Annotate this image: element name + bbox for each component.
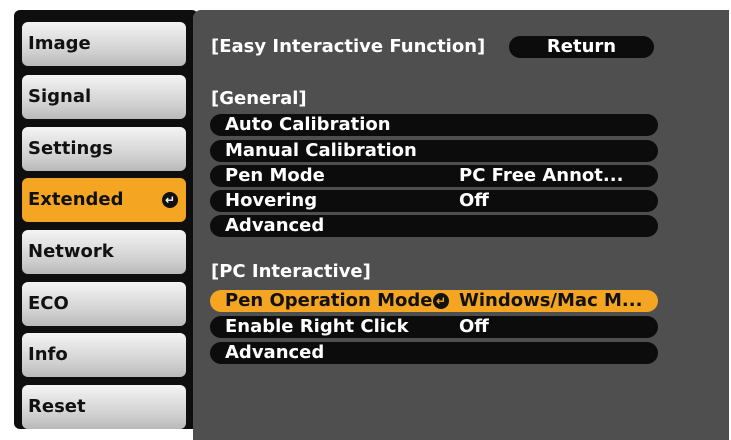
section-header-general: [General] bbox=[211, 88, 307, 109]
sidebar-item-label: Network bbox=[28, 241, 114, 262]
sidebar-item-label: Extended bbox=[28, 189, 124, 210]
row-label: Advanced bbox=[225, 342, 325, 363]
menu-row-pen-operation-mode[interactable]: Pen Operation Mode ↵ Windows/Mac M... bbox=[210, 290, 658, 312]
menu-row-hovering[interactable]: Hovering Off bbox=[210, 190, 658, 212]
sidebar-item-label: Info bbox=[28, 344, 68, 365]
menu-row-manual-calibration[interactable]: Manual Calibration bbox=[210, 140, 658, 162]
sidebar-item-reset[interactable]: Reset bbox=[22, 385, 186, 429]
panel-title: [Easy Interactive Function] bbox=[211, 36, 486, 57]
return-button[interactable]: Return bbox=[509, 36, 654, 58]
menu-row-pen-mode[interactable]: Pen Mode PC Free Annot... bbox=[210, 165, 658, 187]
sidebar-item-settings[interactable]: Settings bbox=[22, 127, 186, 171]
sidebar-item-label: Reset bbox=[28, 396, 86, 417]
menu-row-enable-right-click[interactable]: Enable Right Click Off bbox=[210, 316, 658, 338]
sidebar-item-eco[interactable]: ECO bbox=[22, 282, 186, 326]
sidebar-item-label: Image bbox=[28, 33, 91, 54]
enter-icon: ↵ bbox=[162, 192, 178, 208]
row-label: Advanced bbox=[225, 215, 325, 236]
section-header-pc-interactive: [PC Interactive] bbox=[211, 261, 371, 282]
row-label: Auto Calibration bbox=[225, 114, 391, 135]
row-value: Windows/Mac M... bbox=[459, 290, 643, 311]
sidebar-item-extended[interactable]: Extended ↵ bbox=[22, 178, 186, 222]
sidebar-item-image[interactable]: Image bbox=[22, 22, 186, 66]
row-label: Manual Calibration bbox=[225, 140, 417, 161]
row-value: Off bbox=[459, 190, 489, 211]
row-label: Hovering bbox=[225, 190, 318, 211]
row-label: Enable Right Click bbox=[225, 316, 409, 337]
row-label: Pen Mode bbox=[225, 165, 325, 186]
row-value: Off bbox=[459, 316, 489, 337]
menu-row-auto-calibration[interactable]: Auto Calibration bbox=[210, 114, 658, 136]
sidebar-item-label: Signal bbox=[28, 86, 92, 107]
sidebar-item-network[interactable]: Network bbox=[22, 230, 186, 274]
sidebar-item-label: Settings bbox=[28, 138, 113, 159]
menu-row-advanced-general[interactable]: Advanced bbox=[210, 215, 658, 237]
row-label: Pen Operation Mode bbox=[225, 290, 433, 311]
row-value: PC Free Annot... bbox=[459, 165, 624, 186]
sidebar-item-signal[interactable]: Signal bbox=[22, 75, 186, 119]
enter-icon: ↵ bbox=[433, 293, 449, 309]
sidebar-item-label: ECO bbox=[28, 293, 69, 314]
sidebar-item-info[interactable]: Info bbox=[22, 333, 186, 377]
menu-row-advanced-pc[interactable]: Advanced bbox=[210, 342, 658, 364]
